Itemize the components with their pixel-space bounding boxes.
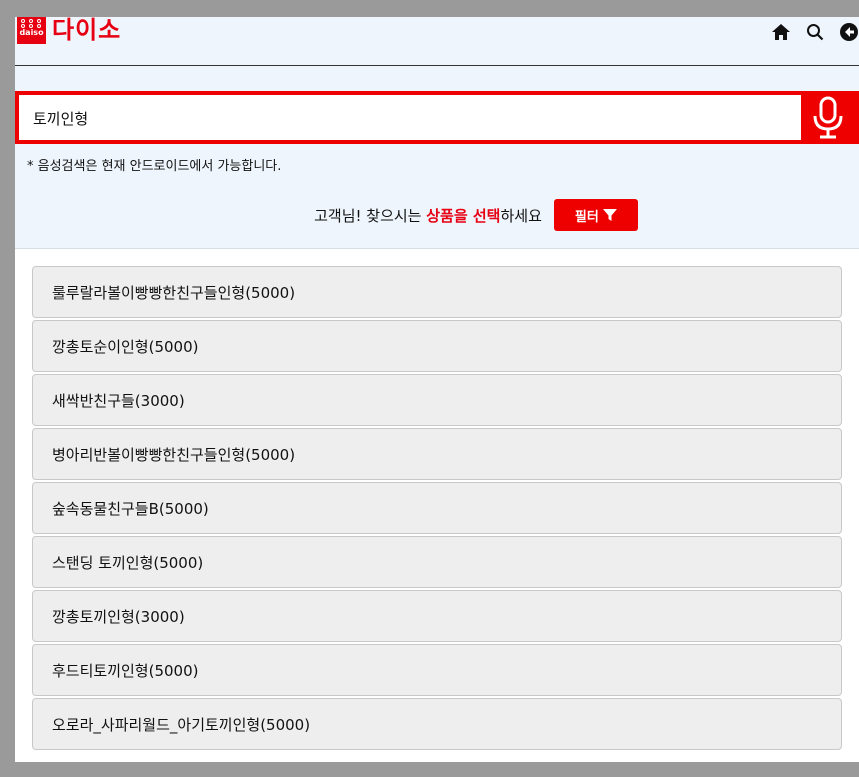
search-box (15, 91, 805, 144)
result-item[interactable]: 병아리반볼이빵빵한친구들인형(5000) (32, 428, 842, 480)
prompt-text-before: 고객님! 찾으시는 (314, 206, 427, 225)
search-input[interactable] (31, 95, 795, 142)
prompt-text-highlight: 상품을 선택 (426, 206, 501, 225)
select-prompt-row: 고객님! 찾으시는 상품을 선택하세요 필터 (15, 199, 859, 231)
logo-text: 다이소 (52, 17, 122, 44)
logo-mark: daiso (17, 17, 46, 44)
result-item[interactable]: 후드티토끼인형(5000) (32, 644, 842, 696)
back-icon[interactable] (839, 22, 859, 42)
header-icons (771, 22, 859, 42)
logo-mark-text: daiso (19, 28, 44, 37)
result-item[interactable]: 깡총토끼인형(3000) (32, 590, 842, 642)
filter-button[interactable]: 필터 (553, 199, 638, 231)
result-item[interactable]: 오로라_사파리월드_아기토끼인형(5000) (32, 698, 842, 750)
search-area: * 음성검색은 현재 안드로이드에서 가능합니다. 고객님! 찾으시는 상품을 … (15, 66, 859, 249)
results-list: 룰루랄라볼이빵빵한친구들인형(5000) 깡총토순이인형(5000) 새싹반친구… (32, 266, 842, 752)
logo-dots (21, 19, 42, 28)
filter-icon (602, 209, 617, 221)
voice-search-notice: * 음성검색은 현재 안드로이드에서 가능합니다. (27, 159, 282, 174)
result-item[interactable]: 새싹반친구들(3000) (32, 374, 842, 426)
microphone-icon (813, 96, 843, 138)
app-window: daiso 다이소 * 음성검 (15, 17, 859, 762)
header: daiso 다이소 (15, 17, 859, 66)
prompt-text-after: 하세요 (500, 206, 542, 225)
result-item[interactable]: 숲속동물친구들B(5000) (32, 482, 842, 534)
filter-button-label: 필터 (574, 209, 599, 225)
result-item[interactable]: 스탠딩 토끼인형(5000) (32, 536, 842, 588)
search-icon[interactable] (805, 22, 825, 42)
select-prompt: 고객님! 찾으시는 상품을 선택하세요 (314, 205, 542, 226)
logo[interactable]: daiso 다이소 (17, 17, 121, 44)
home-icon[interactable] (771, 22, 791, 42)
result-item[interactable]: 룰루랄라볼이빵빵한친구들인형(5000) (32, 266, 842, 318)
voice-search-button[interactable] (802, 91, 859, 144)
result-item[interactable]: 깡총토순이인형(5000) (32, 320, 842, 372)
